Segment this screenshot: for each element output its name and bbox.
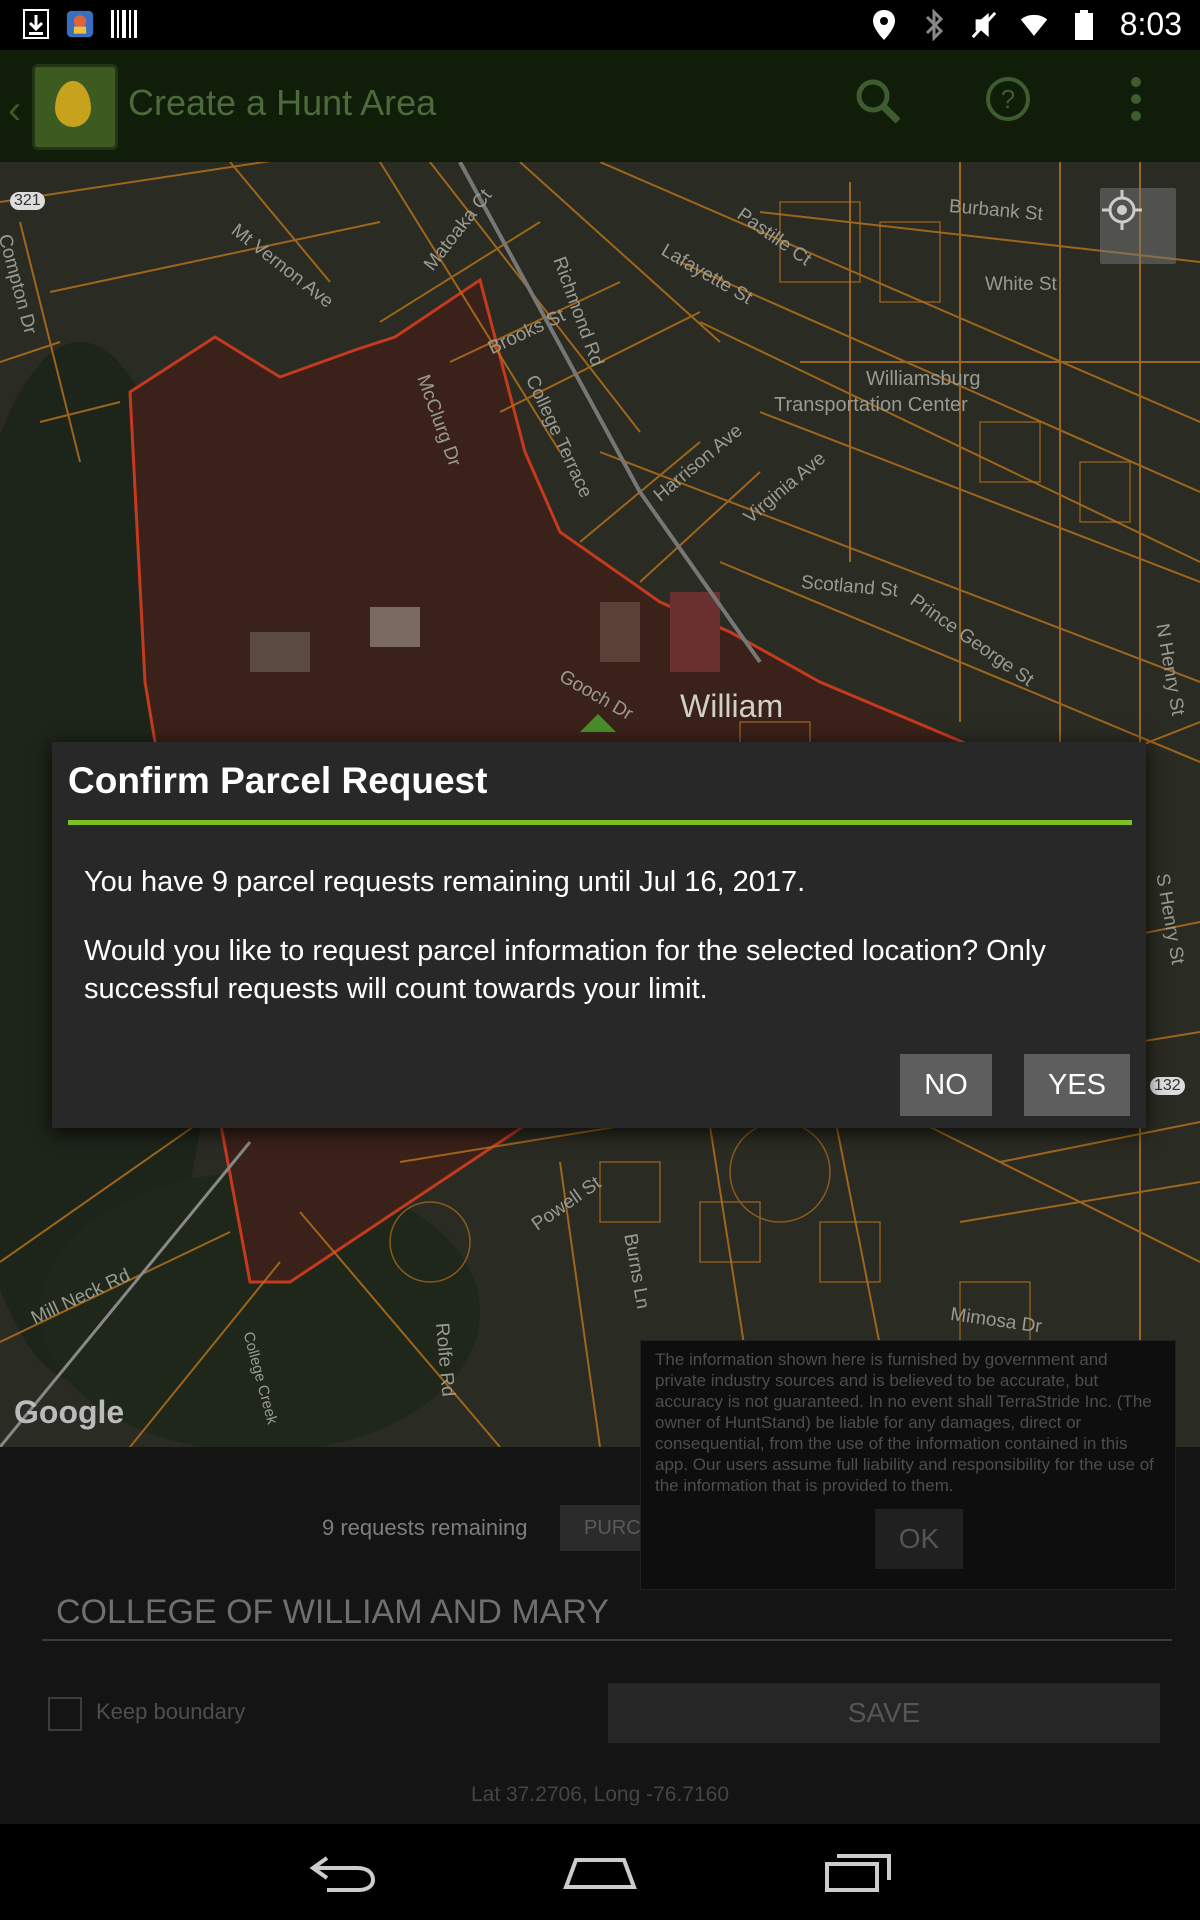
home-icon[interactable] <box>540 1838 660 1906</box>
keep-boundary-checkbox[interactable] <box>48 1697 82 1731</box>
system-nav-bar <box>0 1824 1200 1920</box>
app-notification-icon <box>66 8 94 40</box>
up-navigation-icon[interactable]: ‹ <box>8 88 21 133</box>
coordinates-readout: Lat 37.2706, Long -76.7160 <box>470 1783 730 1806</box>
disclaimer-ok-button[interactable]: OK <box>875 1509 963 1569</box>
recent-apps-icon[interactable] <box>798 1838 918 1906</box>
dialog-message: Would you like to request parcel informa… <box>84 935 1046 1005</box>
dialog-divider <box>68 820 1132 825</box>
app-bar: ‹ Create a Hunt Area ? <box>0 50 1200 162</box>
my-location-icon[interactable] <box>1100 188 1176 264</box>
map-label: Transportation Center <box>774 394 968 416</box>
wifi-icon <box>1020 9 1048 41</box>
dialog-message: You have 9 parcel requests remaining unt… <box>84 866 806 898</box>
dialog-title: Confirm Parcel Request <box>68 760 488 801</box>
yes-button[interactable]: YES <box>1024 1054 1130 1116</box>
requests-remaining: 9 requests remaining <box>322 1515 528 1540</box>
no-button[interactable]: NO <box>900 1054 992 1116</box>
route-shield: 132 <box>1150 1077 1185 1095</box>
battery-icon <box>1070 9 1098 41</box>
confirm-parcel-dialog: Confirm Parcel Request You have 9 parcel… <box>52 742 1146 1128</box>
back-icon[interactable] <box>282 1838 402 1906</box>
bluetooth-icon <box>920 8 948 41</box>
mute-icon <box>970 9 998 41</box>
route-shield: 321 <box>10 192 45 210</box>
page-title: Create a Hunt Area <box>128 82 437 123</box>
overflow-menu-icon[interactable] <box>1106 76 1166 136</box>
disclaimer-text: The information shown here is furnished … <box>655 1350 1154 1495</box>
app-logo[interactable] <box>32 64 118 150</box>
download-icon <box>22 8 50 40</box>
help-icon[interactable]: ? <box>978 76 1038 136</box>
svg-text:?: ? <box>1001 84 1015 114</box>
map-label: White St <box>985 274 1057 295</box>
map-label: William <box>680 688 784 724</box>
search-icon[interactable] <box>848 76 908 136</box>
location-icon <box>870 9 898 41</box>
google-logo: Google <box>14 1394 125 1430</box>
status-bar: 8:03 <box>0 0 1200 50</box>
save-button[interactable]: SAVE <box>608 1683 1160 1743</box>
disclaimer-panel: The information shown here is furnished … <box>640 1340 1176 1590</box>
barcode-icon <box>110 8 138 40</box>
area-name-field[interactable]: COLLEGE OF WILLIAM AND MARY <box>42 1585 1172 1641</box>
map-label: Williamsburg <box>866 368 981 390</box>
keep-boundary-label: Keep boundary <box>96 1699 246 1724</box>
clock: 8:03 <box>1119 6 1182 42</box>
